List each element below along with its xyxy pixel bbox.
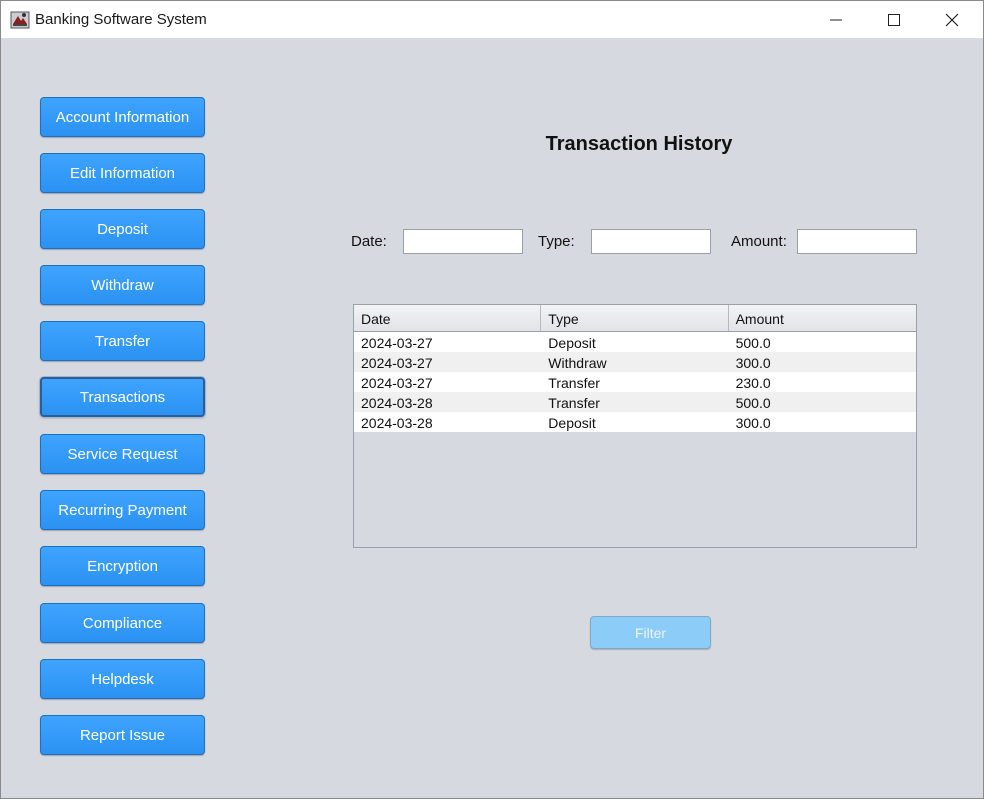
- table-cell-type: Deposit: [548, 335, 596, 351]
- table-cell-date: 2024-03-27: [361, 335, 433, 351]
- sidebar-item-account-information[interactable]: Account Information: [40, 97, 205, 137]
- maximize-button[interactable]: [865, 1, 923, 38]
- column-header-amount[interactable]: Amount: [729, 305, 916, 331]
- maximize-icon: [888, 13, 900, 26]
- sidebar-item-withdraw[interactable]: Withdraw: [40, 265, 205, 305]
- table-cell-amount: 500.0: [735, 395, 771, 411]
- table-row[interactable]: 2024-03-27 Transfer 230.0: [354, 372, 916, 392]
- table-cell-type: Withdraw: [548, 355, 607, 371]
- table-cell-amount: 500.0: [735, 335, 771, 351]
- sidebar-item-report-issue[interactable]: Report Issue: [40, 715, 205, 755]
- table-cell-amount: 300.0: [735, 355, 771, 371]
- table-cell-amount: 300.0: [735, 415, 771, 431]
- column-header-type[interactable]: Type: [541, 305, 729, 331]
- app-window: Banking Software System Account Informat…: [0, 0, 984, 799]
- sidebar-item-recurring-payment[interactable]: Recurring Payment: [40, 490, 205, 530]
- table-row[interactable]: 2024-03-27 Deposit 500.0: [354, 332, 916, 352]
- sidebar-item-helpdesk[interactable]: Helpdesk: [40, 659, 205, 699]
- table-cell-type: Transfer: [548, 395, 600, 411]
- transaction-table[interactable]: Date Type Amount 2024-03-27 Deposit 500.…: [353, 304, 917, 548]
- content-area: Account Information Edit Information Dep…: [1, 38, 983, 798]
- amount-filter-label: Amount:: [731, 233, 787, 250]
- window-title: Banking Software System: [35, 11, 207, 28]
- close-icon: [945, 13, 959, 26]
- sidebar-item-compliance[interactable]: Compliance: [40, 603, 205, 643]
- column-header-date[interactable]: Date: [354, 305, 542, 331]
- table-cell-date: 2024-03-28: [361, 395, 433, 411]
- sidebar-item-encryption[interactable]: Encryption: [40, 546, 205, 586]
- table-row[interactable]: 2024-03-28 Deposit 300.0: [354, 412, 916, 432]
- minimize-button[interactable]: [807, 1, 865, 38]
- table-cell-date: 2024-03-28: [361, 415, 433, 431]
- type-filter-input[interactable]: [591, 229, 711, 254]
- sidebar-item-transactions[interactable]: Transactions: [40, 377, 205, 417]
- bank-app-icon: [10, 10, 30, 30]
- sidebar-item-edit-information[interactable]: Edit Information: [40, 153, 205, 193]
- date-filter-label: Date:: [351, 233, 387, 250]
- table-cell-date: 2024-03-27: [361, 355, 433, 371]
- title-bar[interactable]: Banking Software System: [1, 1, 983, 38]
- sidebar-item-service-request[interactable]: Service Request: [40, 434, 205, 474]
- close-button[interactable]: [923, 1, 981, 38]
- date-filter-input[interactable]: [403, 229, 523, 254]
- sidebar-item-deposit[interactable]: Deposit: [40, 209, 205, 249]
- table-cell-type: Transfer: [548, 375, 600, 391]
- filter-button[interactable]: Filter: [590, 616, 711, 649]
- amount-filter-input[interactable]: [797, 229, 917, 254]
- table-header: Date Type Amount: [354, 305, 916, 332]
- sidebar-item-transfer[interactable]: Transfer: [40, 321, 205, 361]
- table-row[interactable]: 2024-03-27 Withdraw 300.0: [354, 352, 916, 372]
- table-cell-type: Deposit: [548, 415, 596, 431]
- table-row[interactable]: 2024-03-28 Transfer 500.0: [354, 392, 916, 412]
- minimize-icon: [830, 19, 842, 20]
- type-filter-label: Type:: [538, 233, 575, 250]
- table-cell-amount: 230.0: [735, 375, 771, 391]
- page-title: Transaction History: [545, 133, 733, 155]
- table-cell-date: 2024-03-27: [361, 375, 433, 391]
